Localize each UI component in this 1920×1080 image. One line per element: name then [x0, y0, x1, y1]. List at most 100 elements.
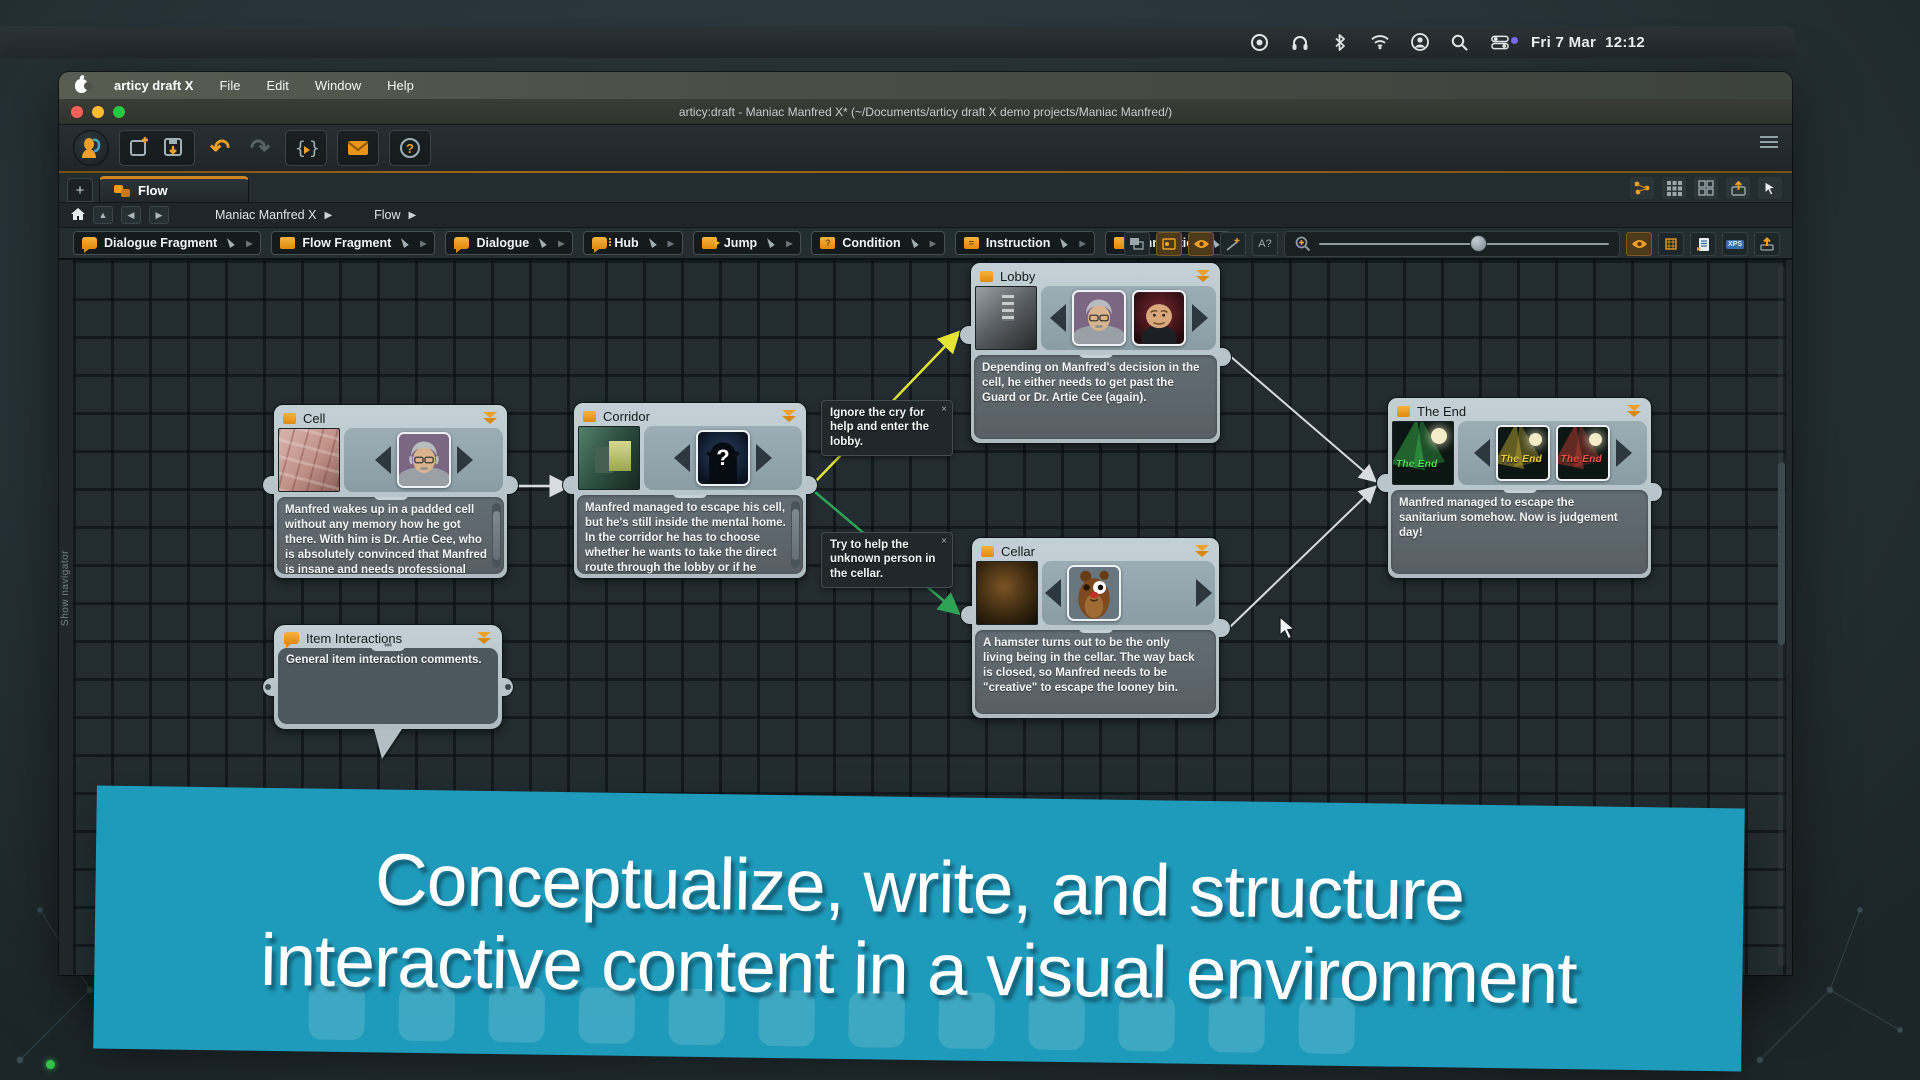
lobby-thumbnail[interactable]	[975, 286, 1037, 350]
text-scrollbar[interactable]	[791, 501, 800, 568]
mail-button[interactable]	[343, 134, 373, 162]
breadcrumb-project[interactable]: Maniac Manfred X	[215, 208, 316, 222]
help-button[interactable]: ?	[395, 134, 425, 162]
large-grid-view-icon[interactable]	[1694, 177, 1718, 199]
flow-node-lobby[interactable]: Lobby •••	[970, 262, 1221, 444]
new-document-button[interactable]	[125, 134, 155, 162]
wifi-icon[interactable]	[1371, 33, 1389, 51]
portrait-hamster[interactable]	[1067, 565, 1121, 621]
portrait-guard[interactable]	[1132, 290, 1186, 346]
collapse-chevron-icon[interactable]	[1194, 545, 1210, 557]
next-speaker-icon[interactable]	[756, 444, 772, 472]
corridor-thumbnail[interactable]	[578, 426, 640, 490]
show-navigator-label[interactable]: Show navigator	[60, 550, 71, 626]
nav-forward-button[interactable]: ▶	[149, 206, 169, 224]
nav-up-button[interactable]: ▲	[93, 206, 113, 224]
node-text-panel[interactable]: ••• A hamster turns out to be the only l…	[975, 630, 1216, 714]
small-grid-view-icon[interactable]	[1662, 177, 1686, 199]
node-text-panel[interactable]: ••• Manfred managed to escape the sanita…	[1391, 490, 1648, 574]
undo-button[interactable]: ↶	[205, 134, 235, 162]
export-panel-icon[interactable]	[1726, 177, 1750, 199]
bluetooth-icon[interactable]	[1331, 33, 1349, 51]
next-speaker-icon[interactable]	[1196, 579, 1212, 607]
breadcrumb-page[interactable]: Flow	[374, 208, 400, 222]
visibility-eye-icon[interactable]	[1626, 232, 1652, 256]
text-scrollbar[interactable]	[492, 503, 501, 568]
export-xps-icon[interactable]: XPS	[1722, 232, 1748, 256]
collapse-chevron-icon[interactable]	[482, 412, 498, 424]
user-profile-button[interactable]	[73, 130, 109, 166]
spellcheck-icon[interactable]: A?	[1252, 232, 1278, 256]
collapse-chevron-icon[interactable]	[476, 632, 492, 644]
zoom-slider[interactable]	[1319, 243, 1609, 245]
close-icon[interactable]: ×	[941, 404, 947, 417]
connection-label-cellar[interactable]: Try to help the unknown person in the ce…	[821, 532, 953, 588]
record-icon[interactable]	[1251, 33, 1269, 51]
panel-grip[interactable]: •••	[371, 644, 405, 651]
apple-menu-icon[interactable]	[75, 79, 88, 93]
route-pointer-icon[interactable]	[1220, 232, 1246, 256]
collapse-chevron-icon[interactable]	[1626, 405, 1642, 417]
panel-grip[interactable]: •••	[673, 495, 707, 498]
account-icon[interactable]	[1411, 33, 1429, 51]
flow-node-cell[interactable]: Cell ••• Manfred wakes up in a padded ce…	[273, 404, 508, 579]
next-ending-icon[interactable]	[1616, 439, 1632, 467]
comment-text-panel[interactable]: ••• General item interaction comments.	[278, 648, 498, 724]
prev-speaker-icon[interactable]	[1045, 579, 1061, 607]
collapse-chevron-icon[interactable]	[1195, 270, 1211, 282]
menu-window[interactable]: Window	[315, 78, 361, 93]
home-icon[interactable]	[71, 208, 85, 223]
cell-thumbnail[interactable]	[278, 428, 340, 492]
node-text-panel[interactable]: ••• Depending on Manfred's decision in t…	[974, 355, 1217, 439]
palette-condition[interactable]: ? Condition▶	[811, 231, 944, 255]
flow-node-cellar[interactable]: Cellar ••• A hamster turns ou	[971, 537, 1220, 719]
next-speaker-icon[interactable]	[1192, 304, 1208, 332]
comment-node-item-interactions[interactable]: Item Interactions ••• General item inter…	[273, 624, 503, 730]
collapse-chevron-icon[interactable]	[781, 410, 797, 422]
upload-icon[interactable]	[1754, 232, 1780, 256]
panel-grip[interactable]: •••	[374, 497, 408, 500]
presentation-view-icon[interactable]	[1124, 232, 1150, 256]
palette-dialogue[interactable]: Dialogue▶	[445, 231, 573, 255]
node-text-panel[interactable]: ••• Manfred wakes up in a padded cell wi…	[277, 497, 504, 574]
connections-view-icon[interactable]	[1630, 177, 1654, 199]
tab-flow[interactable]: Flow	[99, 176, 249, 202]
prev-speaker-icon[interactable]	[375, 446, 391, 474]
close-icon[interactable]: ×	[941, 536, 947, 549]
palette-dialogue-fragment[interactable]: Dialogue Fragment▶	[73, 231, 261, 255]
redo-button[interactable]: ↷	[245, 134, 275, 162]
palette-instruction[interactable]: = Instruction▶	[955, 231, 1095, 255]
panel-grip[interactable]: •••	[1079, 355, 1113, 358]
panel-grip[interactable]: •••	[1503, 490, 1537, 493]
new-tab-button[interactable]: +	[67, 178, 93, 202]
prev-ending-icon[interactable]	[1474, 439, 1490, 467]
headphones-icon[interactable]	[1291, 33, 1309, 51]
ending-thumbnail-yellow[interactable]: The End	[1496, 425, 1550, 481]
clock[interactable]: Fri 7 Mar 12:12	[1531, 34, 1645, 51]
search-icon[interactable]	[1451, 33, 1469, 51]
control-center-icon[interactable]	[1491, 33, 1509, 51]
portrait-unknown[interactable]: ?	[696, 430, 750, 486]
ending-thumbnail-red[interactable]: The End	[1556, 425, 1610, 481]
pointer-tool-icon[interactable]	[1758, 177, 1782, 199]
export-word-icon[interactable]	[1690, 232, 1716, 256]
menu-edit[interactable]: Edit	[266, 78, 288, 93]
prev-speaker-icon[interactable]	[674, 444, 690, 472]
next-speaker-icon[interactable]	[457, 446, 473, 474]
menu-help[interactable]: Help	[387, 78, 414, 93]
portrait-dr-artie-cee[interactable]	[1072, 290, 1126, 346]
flow-node-corridor[interactable]: Corridor ? ••• Manfred manag	[573, 402, 807, 579]
ending-thumbnail-green[interactable]: The End	[1392, 421, 1454, 485]
palette-jump[interactable]: Jump▶	[693, 231, 802, 255]
portrait-dr-artie-cee[interactable]	[397, 432, 451, 488]
script-braces-button[interactable]: {}	[291, 134, 321, 162]
connection-label-lobby[interactable]: Ignore the cry for help and enter the lo…	[821, 400, 953, 456]
panel-list-icon[interactable]	[1760, 135, 1778, 153]
flow-frame-icon[interactable]	[1156, 232, 1182, 256]
nav-back-button[interactable]: ◀	[121, 206, 141, 224]
menu-app-name[interactable]: articy draft X	[114, 78, 193, 93]
flow-node-the-end[interactable]: The End The End The End	[1387, 397, 1652, 579]
node-text-panel[interactable]: ••• Manfred managed to escape his cell, …	[577, 495, 803, 574]
palette-hub[interactable]: Hub▶	[583, 231, 682, 255]
grid-chip-icon[interactable]	[1658, 232, 1684, 256]
